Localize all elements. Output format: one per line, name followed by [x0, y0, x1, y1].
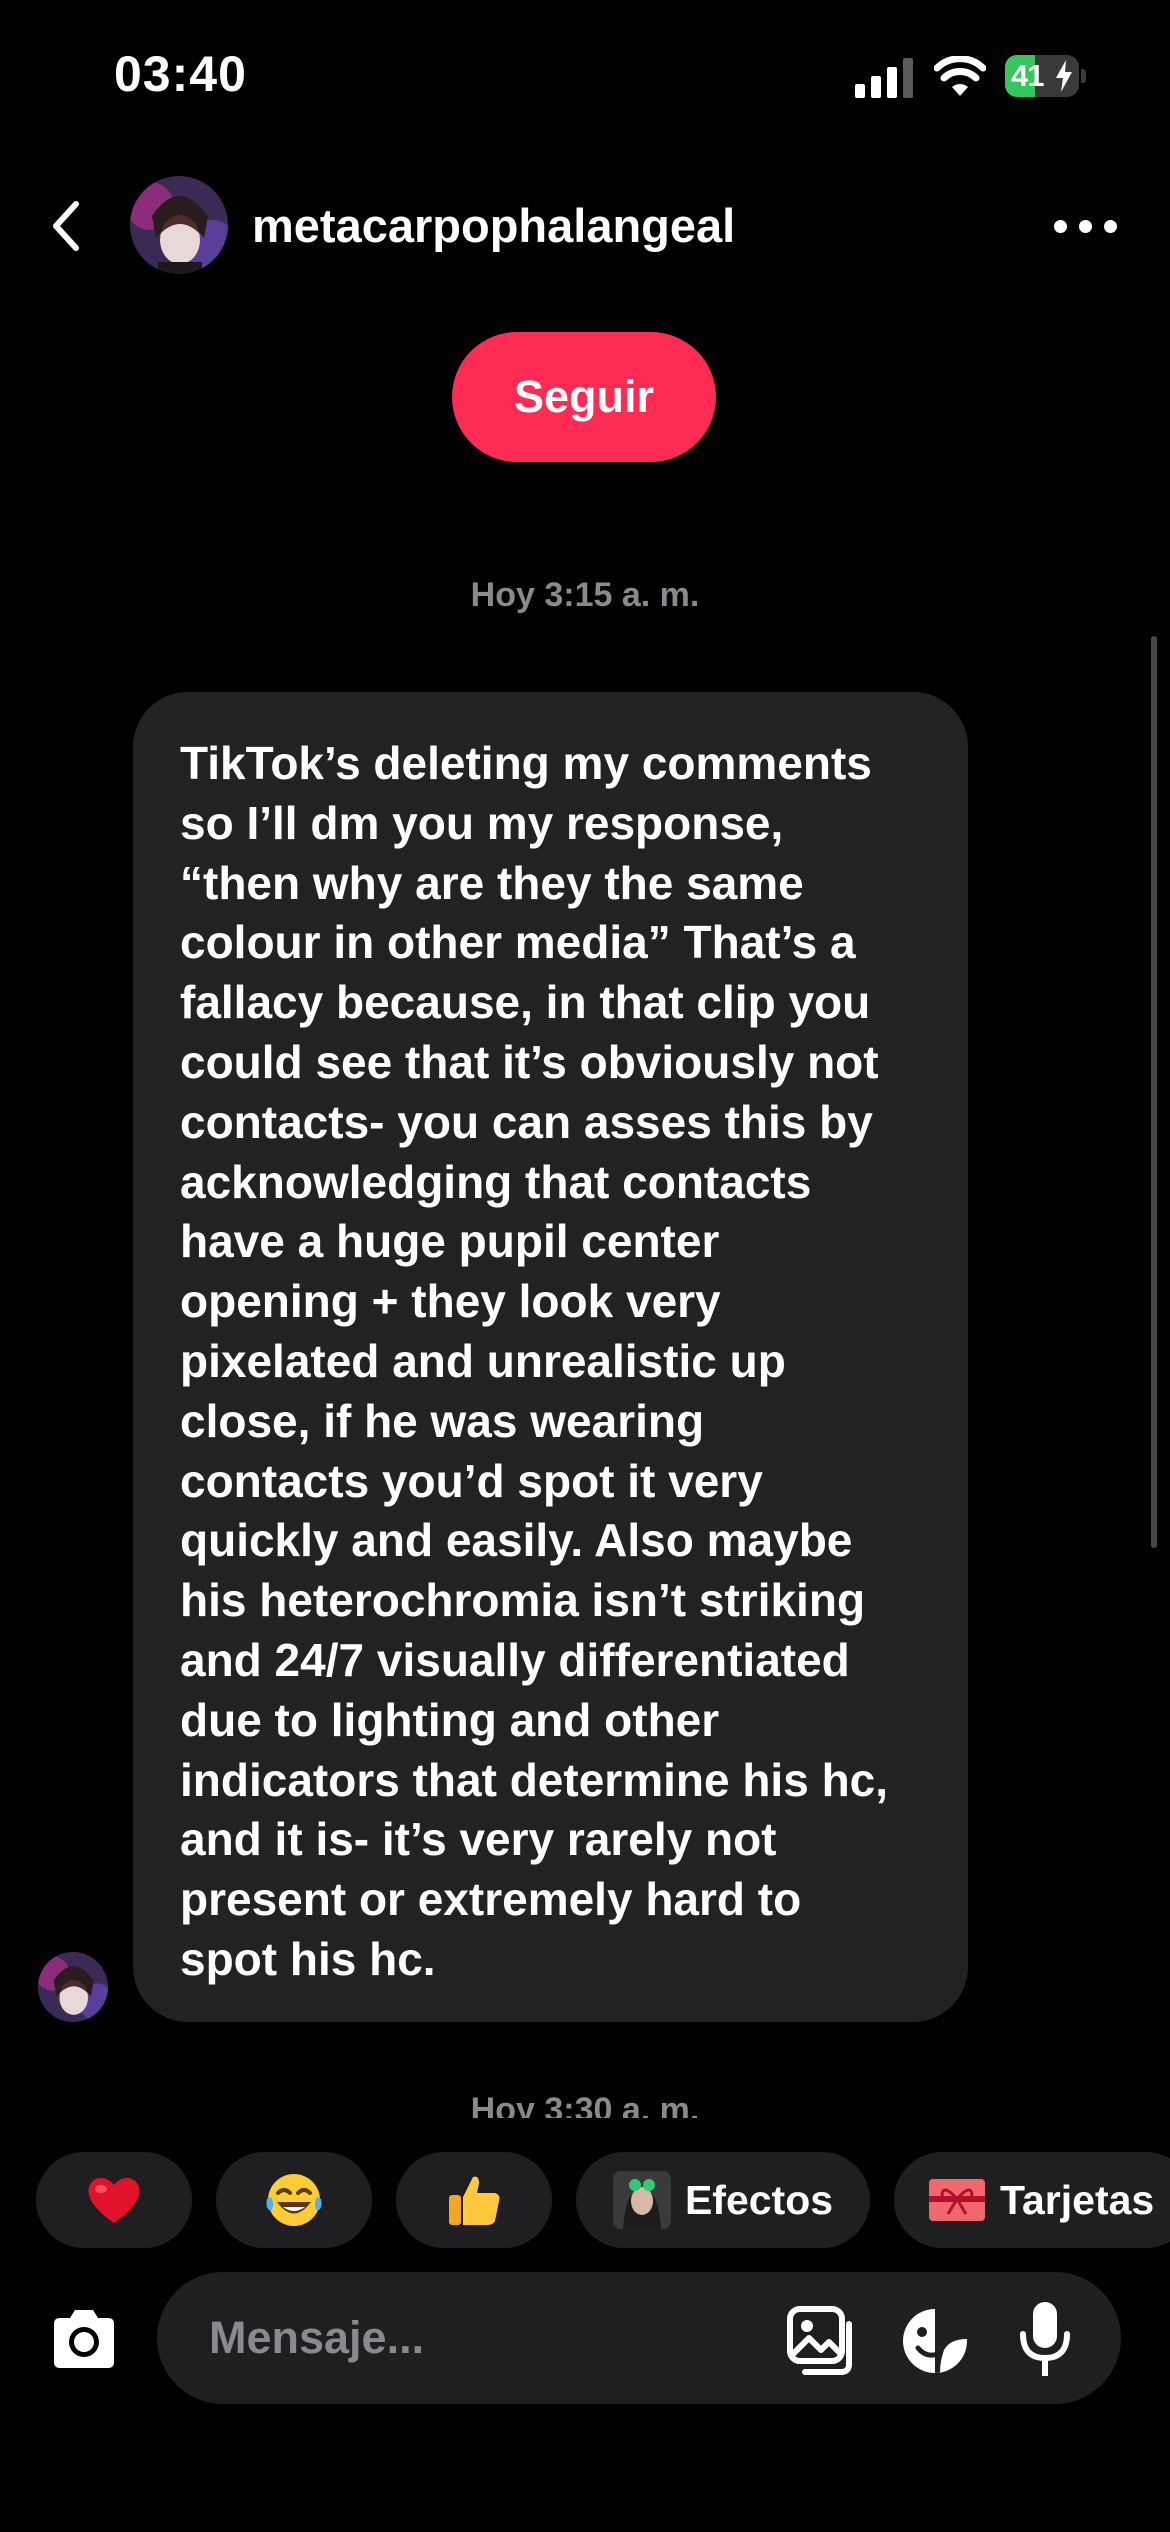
message-input-container[interactable]: [157, 2272, 1121, 2404]
message-timestamp-partial: Hoy 3:30 a. m.: [0, 2090, 1170, 2118]
sender-avatar[interactable]: [38, 1952, 108, 2022]
battery-percent: 41: [1011, 58, 1044, 93]
avatar[interactable]: [130, 176, 228, 274]
status-bar: 03:40 41: [0, 0, 1170, 150]
scrollbar[interactable]: [1151, 636, 1157, 1548]
sender-avatar-image: [38, 1952, 108, 2022]
gallery-icon[interactable]: [787, 2306, 857, 2376]
effects-thumbnail-icon: [612, 2171, 671, 2229]
cards-button[interactable]: Tarjetas: [894, 2152, 1170, 2248]
effects-button[interactable]: Efectos: [576, 2152, 870, 2248]
thumbs-up-emoji-icon: [449, 2176, 500, 2225]
chat-username[interactable]: metacarpophalangeal: [252, 198, 735, 253]
heart-reaction-button[interactable]: [36, 2152, 192, 2248]
message-input[interactable]: [209, 2308, 769, 2368]
follow-button[interactable]: Seguir: [452, 332, 716, 462]
laughing-tears-emoji-icon: [266, 2174, 322, 2226]
effects-label: Efectos: [684, 2176, 834, 2223]
more-options-button[interactable]: [1050, 210, 1122, 240]
microphone-icon[interactable]: [1017, 2300, 1073, 2380]
chat-header: metacarpophalangeal: [0, 160, 1170, 290]
battery-icon: 41: [1005, 55, 1086, 97]
charging-bolt-icon: [1056, 60, 1072, 92]
laughing-reaction-button[interactable]: [216, 2152, 372, 2248]
signal-icon: [855, 58, 915, 98]
message-bubble[interactable]: TikTok’s deleting my comments so I’ll dm…: [133, 692, 968, 2022]
heart-emoji-icon: [88, 2178, 140, 2223]
wifi-icon: [934, 56, 986, 96]
chat-screen: 03:40 41 metacarpophalangeal Seguir Hoy …: [0, 0, 1170, 2532]
sticker-icon[interactable]: [900, 2306, 970, 2376]
message-timestamp: Hoy 3:15 a. m.: [470, 576, 700, 614]
message-text: TikTok’s deleting my comments so I’ll dm…: [180, 737, 889, 1985]
thumbs-up-reaction-button[interactable]: [396, 2152, 552, 2248]
message-composer: [0, 2270, 1170, 2410]
cards-label: Tarjetas: [1000, 2176, 1155, 2223]
message-timestamp-2: Hoy 3:30 a. m.: [470, 2091, 700, 2118]
back-button[interactable]: [42, 196, 92, 256]
camera-icon[interactable]: [48, 2306, 120, 2372]
quick-reactions-bar: Efectos Tarjetas: [0, 2152, 1170, 2252]
gift-card-icon: [929, 2179, 985, 2221]
status-time: 03:40: [114, 46, 247, 102]
avatar-image: [130, 176, 228, 274]
